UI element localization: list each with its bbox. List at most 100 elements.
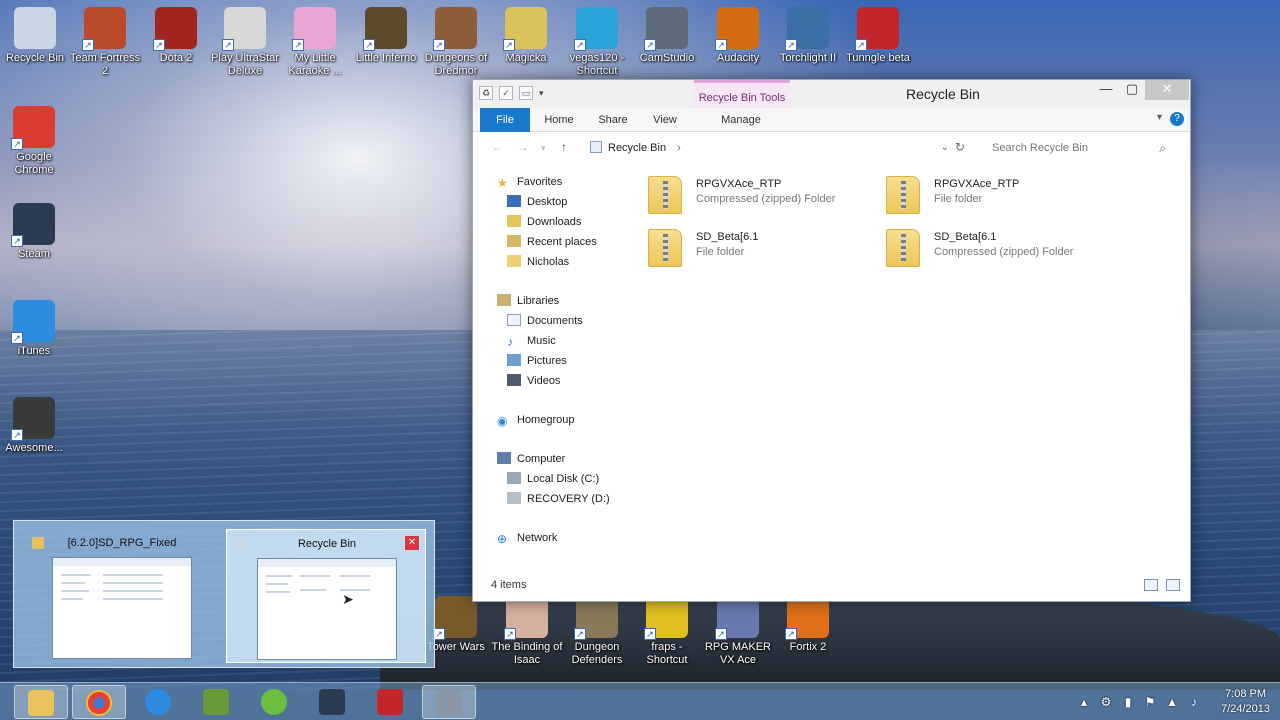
- desktop-icon-fortix-2[interactable]: ↗ Fortix 2: [772, 596, 844, 654]
- nav-recovery-label: RECOVERY (D:): [527, 493, 610, 505]
- magicka-icon: ↗: [503, 7, 547, 51]
- minimize-button[interactable]: —: [1093, 80, 1119, 100]
- desktop-icon-camstudio[interactable]: ↗ CamStudio: [631, 7, 703, 65]
- nav-downloads[interactable]: Downloads: [507, 212, 581, 232]
- desktop-icon-itunes[interactable]: ↗ iTunes: [0, 300, 70, 358]
- desktop-icon-torchlight-ii[interactable]: ↗ Torchlight II: [772, 7, 844, 65]
- desktop-icon-little-inferno[interactable]: ↗ Little Inferno: [350, 7, 422, 65]
- nav-recovery[interactable]: RECOVERY (D:): [507, 489, 610, 509]
- desktop-icon-tunngle-beta[interactable]: ↗ Tunngle beta: [842, 7, 914, 65]
- clock[interactable]: 7:08 PM 7/24/2013: [1221, 687, 1270, 717]
- thumbnail-sd-rpg[interactable]: [6.2.0]SD_RPG_Fixed: [22, 529, 222, 663]
- desktop-icon-the-binding-of-isaac[interactable]: ↗ The Binding of Isaac: [491, 596, 563, 667]
- title-bar[interactable]: ♻ ✓ ▭ ▾ Recycle Bin Tools Recycle Bin — …: [473, 80, 1190, 108]
- taskbar-chrome[interactable]: [72, 685, 126, 719]
- nav-desktop[interactable]: Desktop: [507, 192, 567, 212]
- file-item[interactable]: SD_Beta[6.1 File folder: [638, 225, 878, 273]
- desktop-icon-recycle-bin[interactable]: Recycle Bin: [0, 7, 71, 65]
- fraps-shortcut-icon: ↗: [644, 596, 688, 640]
- thumbnail-close-button[interactable]: ✕: [405, 536, 419, 550]
- nav-computer[interactable]: Computer: [497, 449, 565, 469]
- desktop-icon-dota-2[interactable]: ↗ Dota 2: [140, 7, 212, 65]
- desktop-icon-label: Little Inferno: [355, 52, 417, 64]
- taskbar-utorrent[interactable]: [248, 685, 302, 719]
- taskbar-minecraft[interactable]: [190, 685, 244, 719]
- breadcrumb-chevron-icon[interactable]: ›: [677, 142, 681, 154]
- shortcut-arrow-icon: ↗: [11, 235, 23, 247]
- nav-recent-places[interactable]: Recent places: [507, 232, 597, 252]
- customize-qat-icon[interactable]: ▾: [539, 88, 544, 99]
- search-icon[interactable]: ⌕: [1159, 138, 1166, 158]
- nav-homegroup[interactable]: ◉ Homegroup: [497, 410, 574, 430]
- desktop-icon-label: Magicka: [505, 52, 547, 64]
- network-signal-icon[interactable]: ▲: [1165, 695, 1179, 709]
- close-button[interactable]: ✕: [1145, 80, 1189, 100]
- taskbar-file-explorer[interactable]: [14, 685, 68, 719]
- nav-libraries[interactable]: Libraries: [497, 291, 559, 311]
- nav-favorites[interactable]: ★ Favorites: [497, 172, 562, 192]
- search-input[interactable]: Search Recycle Bin ⌕: [983, 137, 1173, 159]
- file-item[interactable]: RPGVXAce_RTP Compressed (zipped) Folder: [638, 172, 878, 220]
- taskbar-camstudio[interactable]: [422, 685, 476, 719]
- nav-videos[interactable]: Videos: [507, 371, 560, 391]
- action-center-icon[interactable]: ⚑: [1143, 695, 1157, 709]
- address-dropdown-icon[interactable]: ⌄: [941, 138, 949, 158]
- desktop-icon-steam[interactable]: ↗ Steam: [0, 203, 70, 261]
- computer-icon: [497, 452, 511, 464]
- up-arrow-icon[interactable]: ↑: [561, 140, 567, 154]
- maximize-button[interactable]: ▢: [1119, 80, 1145, 100]
- show-hidden-icons-icon[interactable]: ▴: [1077, 695, 1091, 709]
- utorrent-icon: [261, 689, 287, 715]
- new-folder-icon[interactable]: ▭: [519, 86, 533, 100]
- desktop-icon-dungeons-of-dredmor[interactable]: ↗ Dungeons of Dredmor: [420, 7, 492, 78]
- recycle-bin-tools-tab[interactable]: Recycle Bin Tools: [694, 80, 790, 108]
- nav-favorites-label: Favorites: [517, 176, 563, 188]
- desktop-icon-fraps-shortcut[interactable]: ↗ fraps - Shortcut: [631, 596, 703, 667]
- recent-locations-icon[interactable]: ▾: [541, 143, 546, 154]
- tab-share[interactable]: Share: [593, 108, 633, 132]
- volume-icon[interactable]: ♪: [1187, 695, 1201, 709]
- details-view-icon[interactable]: [1144, 579, 1158, 591]
- tab-file[interactable]: File: [480, 108, 530, 132]
- tab-view[interactable]: View: [647, 108, 683, 132]
- nav-music[interactable]: ♪ Music: [507, 331, 556, 351]
- expand-ribbon-icon[interactable]: ▾: [1157, 112, 1162, 123]
- nav-network[interactable]: ⊕ Network: [497, 528, 557, 548]
- large-icons-view-icon[interactable]: [1166, 579, 1180, 591]
- refresh-icon[interactable]: ↻: [955, 140, 965, 154]
- desktop-icon-vegas120-shortcut[interactable]: ↗ vegas120 - Shortcut: [561, 7, 633, 78]
- desktop-icon-awesome[interactable]: ↗ Awesome...: [0, 397, 70, 455]
- taskbar-tunngle[interactable]: [364, 685, 418, 719]
- nav-documents[interactable]: Documents: [507, 311, 583, 331]
- steam-tray-icon[interactable]: ⚙: [1099, 695, 1113, 709]
- usb-icon[interactable]: ▮: [1121, 695, 1135, 709]
- thumbnail-recycle-bin[interactable]: Recycle Bin ✕ ➤: [226, 529, 426, 663]
- shortcut-arrow-icon: ↗: [433, 39, 445, 51]
- desktop-icon-play-ultrastar-deluxe[interactable]: ↗ Play UltraStar Deluxe: [209, 7, 281, 78]
- desktop-icon-audacity[interactable]: ↗ Audacity: [702, 7, 774, 65]
- desktop-icon-team-fortress-2[interactable]: ↗ Team Fortress 2: [69, 7, 141, 78]
- back-arrow-icon[interactable]: ←: [491, 140, 503, 154]
- desktop-icon-magicka[interactable]: ↗ Magicka: [490, 7, 562, 65]
- nav-pictures[interactable]: Pictures: [507, 351, 567, 371]
- taskbar-steam[interactable]: [306, 685, 360, 719]
- tab-home[interactable]: Home: [539, 108, 579, 132]
- desktop-icon-rpg-maker-vx-ace[interactable]: ↗ RPG MAKER VX Ace: [702, 596, 774, 667]
- properties-icon[interactable]: ✓: [499, 86, 513, 100]
- nav-local-disk[interactable]: Local Disk (C:): [507, 469, 599, 489]
- nav-downloads-label: Downloads: [527, 216, 582, 228]
- file-item[interactable]: RPGVXAce_RTP File folder: [876, 172, 1116, 220]
- tab-manage[interactable]: Manage: [713, 108, 769, 132]
- taskbar-itunes[interactable]: [132, 685, 186, 719]
- nav-nicholas-label: Nicholas: [527, 256, 570, 268]
- desktop-icon-google-chrome[interactable]: ↗ Google Chrome: [0, 106, 70, 177]
- help-icon[interactable]: ?: [1170, 112, 1184, 126]
- desktop-icon-my-little-karaoke[interactable]: ↗ My Little Karaoke ...: [279, 7, 351, 78]
- shortcut-arrow-icon: ↗: [292, 39, 304, 51]
- desktop-icon-dungeon-defenders[interactable]: ↗ Dungeon Defenders: [561, 596, 633, 667]
- team-fortress-2-icon: ↗: [82, 7, 126, 51]
- file-item[interactable]: SD_Beta[6.1 Compressed (zipped) Folder: [876, 225, 1116, 273]
- forward-arrow-icon[interactable]: →: [517, 140, 529, 154]
- address-field[interactable]: Recycle Bin › ⌄: [581, 137, 949, 159]
- nav-nicholas[interactable]: Nicholas: [507, 252, 569, 272]
